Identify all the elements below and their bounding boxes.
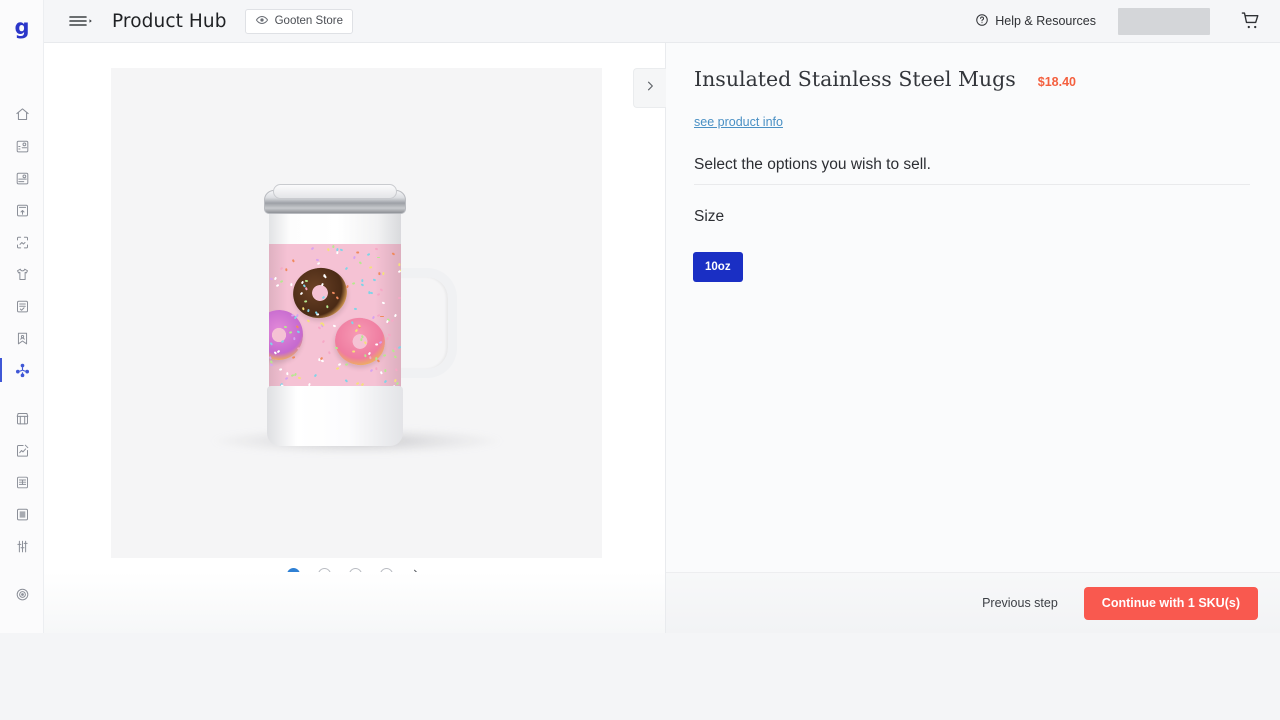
mug-illustration [207, 178, 507, 478]
mug-handle [395, 268, 457, 378]
top-bar-right: Help & Resources [975, 8, 1280, 35]
help-resources-button[interactable]: Help & Resources [975, 13, 1096, 30]
previous-step-button[interactable]: Previous step [972, 588, 1068, 618]
nav-icon-list [0, 98, 44, 610]
product-header: Insulated Stainless Steel Mugs $18.40 [694, 67, 1076, 91]
tshirt-icon [15, 267, 30, 282]
chevron-right-icon [643, 79, 657, 98]
donut-purple [269, 307, 306, 363]
target-icon [15, 587, 30, 602]
page-canvas: g [0, 0, 1280, 633]
checklist-icon [15, 299, 30, 314]
sidebar-item-tasks[interactable] [0, 290, 44, 322]
edit-chart-icon [15, 443, 30, 458]
hub-nodes-icon [14, 362, 31, 379]
sidebar-item-uploads[interactable] [0, 194, 44, 226]
sidebar-item-products[interactable] [0, 258, 44, 290]
option-group-label: Size [694, 208, 724, 226]
sidebar-item-home[interactable] [0, 98, 44, 130]
sliders-icon [15, 539, 30, 554]
sidebar-item-catalog[interactable] [0, 466, 44, 498]
image-file-icon [15, 235, 30, 250]
shopping-cart-icon[interactable] [1240, 10, 1262, 32]
wizard-footer: Previous step Continue with 1 SKU(s) [666, 572, 1280, 633]
mug-lid-top [273, 184, 397, 199]
grid-table-icon [15, 475, 30, 490]
instruction-text: Select the options you wish to sell. [694, 156, 931, 174]
order-person-icon [15, 139, 30, 154]
sidebar-item-archive[interactable] [0, 498, 44, 530]
product-options-pane: Insulated Stainless Steel Mugs $18.40 se… [666, 43, 1280, 633]
mug-base [267, 386, 403, 446]
top-bar: Product Hub Gooten Store Help & Resource… [44, 0, 1280, 43]
section-divider [694, 184, 1250, 185]
brand-logo[interactable]: g [0, 10, 44, 44]
product-image-pane [44, 43, 666, 633]
product-image-stage[interactable] [111, 68, 602, 558]
archive-box-icon [15, 507, 30, 522]
nav-spacer-2 [0, 562, 44, 578]
sidebar-item-product-hub[interactable] [0, 354, 44, 386]
account-placeholder-block[interactable] [1118, 8, 1210, 35]
sidebar-item-orders[interactable] [0, 130, 44, 162]
nav-spacer [0, 386, 44, 402]
sidebar-item-customers[interactable] [0, 162, 44, 194]
store-selector-chip[interactable]: Gooten Store [245, 9, 353, 34]
store-icon [15, 411, 30, 426]
collapse-panel-button[interactable] [633, 68, 666, 108]
product-title: Insulated Stainless Steel Mugs [694, 67, 1016, 91]
option-chip-row: 10oz [693, 252, 743, 282]
sidebar-item-storefront[interactable] [0, 402, 44, 434]
hamburger-menu-icon[interactable] [68, 11, 94, 31]
page-title: Product Hub [112, 11, 227, 32]
app-root: g [0, 0, 1280, 720]
order-person-alt-icon [15, 171, 30, 186]
question-circle-icon [975, 13, 989, 30]
sidebar-item-saved[interactable] [0, 322, 44, 354]
bookmark-person-icon [15, 331, 30, 346]
product-price: $18.40 [1038, 75, 1076, 89]
mug-print-wrap [269, 244, 401, 391]
upload-file-icon [15, 203, 30, 218]
option-chip-size-10oz[interactable]: 10oz [693, 252, 743, 282]
sidebar-item-reports[interactable] [0, 434, 44, 466]
see-product-info-link[interactable]: see product info [694, 115, 783, 129]
help-resources-label: Help & Resources [995, 14, 1096, 28]
home-icon [15, 107, 30, 122]
continue-button[interactable]: Continue with 1 SKU(s) [1084, 587, 1258, 620]
eye-icon [255, 13, 269, 30]
store-chip-label: Gooten Store [275, 15, 343, 27]
sidebar-item-support[interactable] [0, 578, 44, 610]
sidebar-item-images[interactable] [0, 226, 44, 258]
left-nav-rail: g [0, 0, 44, 633]
sidebar-item-settings-filters[interactable] [0, 530, 44, 562]
footer-left-strip [44, 572, 666, 633]
